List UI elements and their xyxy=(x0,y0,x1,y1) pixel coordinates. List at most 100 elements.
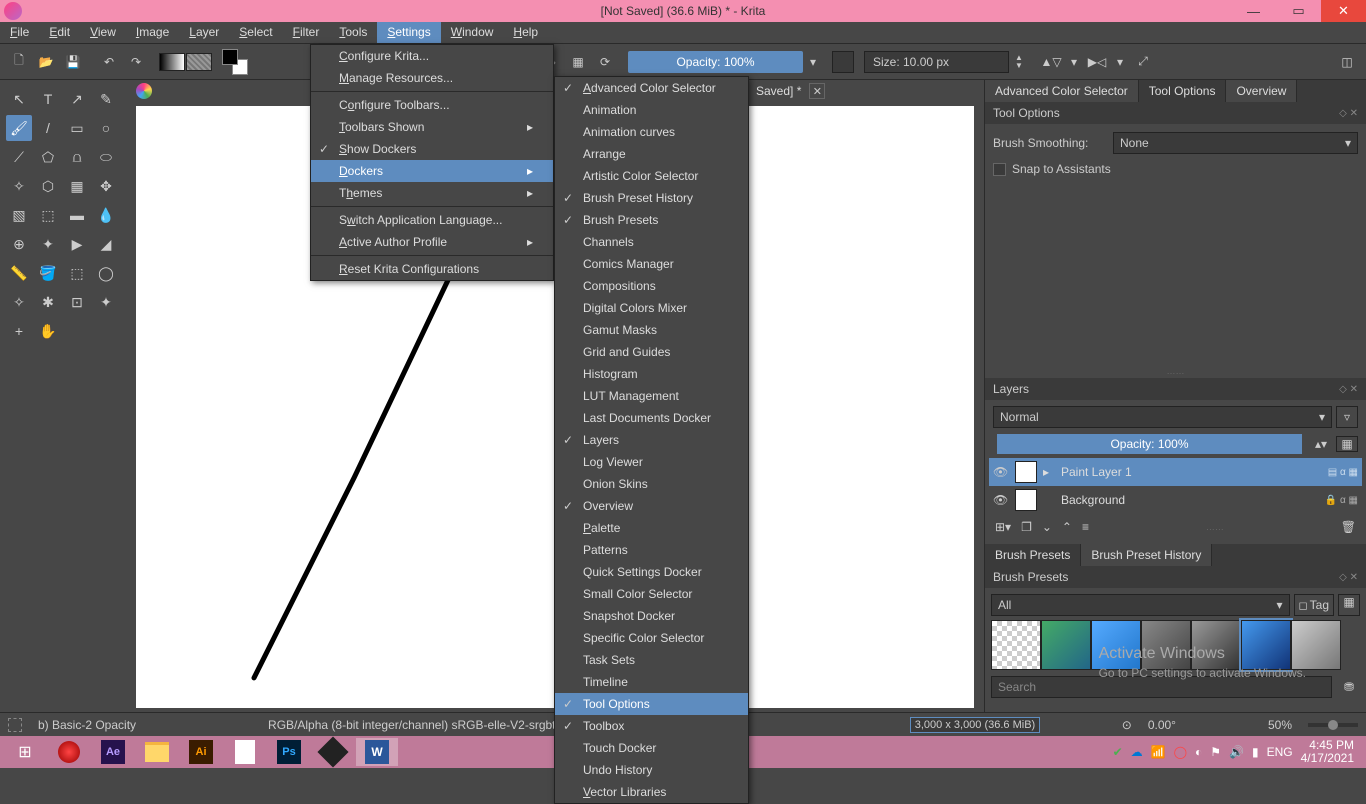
taskbar-aftereffects-icon[interactable]: Ae xyxy=(92,738,134,766)
menu-item-show-dockers[interactable]: ✓Show Dockers xyxy=(311,138,553,160)
gradient-swatch[interactable] xyxy=(159,49,185,75)
tool-1[interactable]: T xyxy=(35,86,61,112)
menu-item-compositions[interactable]: Compositions xyxy=(555,275,748,297)
tray-network-icon[interactable]: 📶 xyxy=(1151,745,1166,759)
new-layer-icon[interactable]: ⊞▾ xyxy=(995,520,1011,534)
dockers-submenu[interactable]: ✓Advanced Color SelectorAnimationAnimati… xyxy=(554,76,749,804)
visibility-icon[interactable]: 👁 xyxy=(993,465,1009,479)
menu-item-switch-application-language-[interactable]: Switch Application Language... xyxy=(311,209,553,231)
opacity-dropdown[interactable]: ▾ xyxy=(804,55,822,69)
tray-volume-icon[interactable]: 🔊 xyxy=(1229,745,1244,759)
menu-item-palette[interactable]: Palette xyxy=(555,517,748,539)
selection-mode-icon[interactable] xyxy=(8,718,22,732)
menu-item-small-color-selector[interactable]: Small Color Selector xyxy=(555,583,748,605)
layer-row-paint[interactable]: 👁 ▸ Paint Layer 1 ▤ α ▦ xyxy=(989,458,1362,486)
tool-29[interactable]: ✱ xyxy=(35,289,61,315)
flow-box[interactable] xyxy=(832,51,854,73)
panel-tab-tool-options[interactable]: Tool Options xyxy=(1139,80,1227,102)
snap-assistants-checkbox[interactable]: Snap to Assistants xyxy=(993,162,1358,176)
wrap-around-icon[interactable]: ⤢ xyxy=(1130,51,1156,73)
tool-34[interactable]: + xyxy=(6,318,32,344)
tool-4[interactable]: 🖌 xyxy=(6,115,32,141)
minimize-button[interactable]: — xyxy=(1231,0,1276,22)
menu-item-animation[interactable]: Animation xyxy=(555,99,748,121)
menu-item-log-viewer[interactable]: Log Viewer xyxy=(555,451,748,473)
menu-item-brush-preset-history[interactable]: ✓Brush Preset History xyxy=(555,187,748,209)
properties-icon[interactable]: ≡ xyxy=(1082,520,1089,534)
menu-item-channels[interactable]: Channels xyxy=(555,231,748,253)
document-tab-close-icon[interactable]: ✕ xyxy=(809,83,825,99)
reload-brush-icon[interactable]: ⟳ xyxy=(592,49,618,75)
brush-preset[interactable] xyxy=(991,620,1041,670)
menu-item-histogram[interactable]: Histogram xyxy=(555,363,748,385)
menu-item-reset-krita-configurations[interactable]: Reset Krita Configurations xyxy=(311,258,553,280)
menu-view[interactable]: View xyxy=(80,22,126,43)
brush-preset[interactable] xyxy=(1091,620,1141,670)
menu-item-patterns[interactable]: Patterns xyxy=(555,539,748,561)
menu-item-toolbars-shown[interactable]: Toolbars Shown▸ xyxy=(311,116,553,138)
menu-item-themes[interactable]: Themes▸ xyxy=(311,182,553,204)
tool-31[interactable]: ✦ xyxy=(93,289,119,315)
mirror-horizontal-icon[interactable]: ▲▽ xyxy=(1038,51,1064,73)
tool-21[interactable]: ✦ xyxy=(35,231,61,257)
menu-item-manage-resources-[interactable]: Manage Resources... xyxy=(311,67,553,89)
menu-item-advanced-color-selector[interactable]: ✓Advanced Color Selector xyxy=(555,77,748,99)
layer-props-icon[interactable]: ▦ xyxy=(1336,436,1358,452)
preset-filter-dropdown[interactable]: All▾ xyxy=(991,594,1290,616)
delete-layer-icon[interactable]: 🗑 xyxy=(1341,520,1356,534)
menu-item-active-author-profile[interactable]: Active Author Profile▸ xyxy=(311,231,553,253)
brush-preset[interactable] xyxy=(1141,620,1191,670)
opacity-slider[interactable]: Opacity: 100% xyxy=(628,51,803,73)
tray-shield-icon[interactable]: ✔ xyxy=(1113,745,1123,759)
tool-7[interactable]: ○ xyxy=(93,115,119,141)
menu-edit[interactable]: Edit xyxy=(39,22,80,43)
menu-help[interactable]: Help xyxy=(503,22,548,43)
tool-26[interactable]: ⬚ xyxy=(64,260,90,286)
tray-battery-icon[interactable]: ▮ xyxy=(1252,745,1259,759)
menu-layer[interactable]: Layer xyxy=(179,22,229,43)
menu-item-digital-colors-mixer[interactable]: Digital Colors Mixer xyxy=(555,297,748,319)
menu-item-arrange[interactable]: Arrange xyxy=(555,143,748,165)
alpha-lock-icon[interactable]: ▦ xyxy=(565,49,591,75)
canvas-dims-input[interactable] xyxy=(910,717,1040,733)
tool-14[interactable]: ▦ xyxy=(64,173,90,199)
tool-25[interactable]: 🪣 xyxy=(35,260,61,286)
tag-button[interactable]: ◻ Tag xyxy=(1294,594,1335,616)
tool-27[interactable]: ◯ xyxy=(93,260,119,286)
move-down-icon[interactable]: ⌄ xyxy=(1042,520,1052,534)
menu-window[interactable]: Window xyxy=(441,22,504,43)
open-file-icon[interactable]: 📂 xyxy=(33,49,59,75)
fg-bg-color-swatch[interactable] xyxy=(222,49,248,75)
tool-2[interactable]: ↗ xyxy=(64,86,90,112)
tool-17[interactable]: ⬚ xyxy=(35,202,61,228)
tool-28[interactable]: ✧ xyxy=(6,289,32,315)
menu-filter[interactable]: Filter xyxy=(283,22,330,43)
tool-15[interactable]: ✥ xyxy=(93,173,119,199)
brush-preset[interactable] xyxy=(1191,620,1241,670)
maximize-button[interactable]: ▭ xyxy=(1276,0,1321,22)
menu-item-undo-history[interactable]: Undo History xyxy=(555,759,748,781)
brush-preset[interactable] xyxy=(1291,620,1341,670)
panel-tab-brush-presets[interactable]: Brush Presets xyxy=(985,544,1081,566)
taskbar-doc-icon[interactable] xyxy=(224,738,266,766)
taskbar-explorer-icon[interactable] xyxy=(136,738,178,766)
tool-3[interactable]: ✎ xyxy=(93,86,119,112)
tray-lang[interactable]: ENG xyxy=(1267,745,1293,759)
menu-item-brush-presets[interactable]: ✓Brush Presets xyxy=(555,209,748,231)
zoom-slider[interactable] xyxy=(1308,723,1358,727)
tray-clock[interactable]: 4:45 PM 4/17/2021 xyxy=(1301,739,1354,765)
undo-icon[interactable]: ↶ xyxy=(96,49,122,75)
tool-16[interactable]: ▧ xyxy=(6,202,32,228)
tray-opera-icon[interactable]: ◯ xyxy=(1174,745,1187,759)
menu-item-last-documents-docker[interactable]: Last Documents Docker xyxy=(555,407,748,429)
brush-preset[interactable] xyxy=(1241,620,1291,670)
taskbar-inkscape-icon[interactable] xyxy=(312,738,354,766)
tool-24[interactable]: 📏 xyxy=(6,260,32,286)
tray-flag-icon[interactable]: ⚑ xyxy=(1210,745,1221,759)
taskbar-opera-icon[interactable] xyxy=(48,738,90,766)
menu-item-artistic-color-selector[interactable]: Artistic Color Selector xyxy=(555,165,748,187)
panel-tab-advanced-color-selector[interactable]: Advanced Color Selector xyxy=(985,80,1139,102)
visibility-icon[interactable]: 👁 xyxy=(993,493,1009,507)
workspace-icon[interactable]: ◫ xyxy=(1334,49,1360,75)
new-file-icon[interactable]: 🗋 xyxy=(6,49,32,75)
